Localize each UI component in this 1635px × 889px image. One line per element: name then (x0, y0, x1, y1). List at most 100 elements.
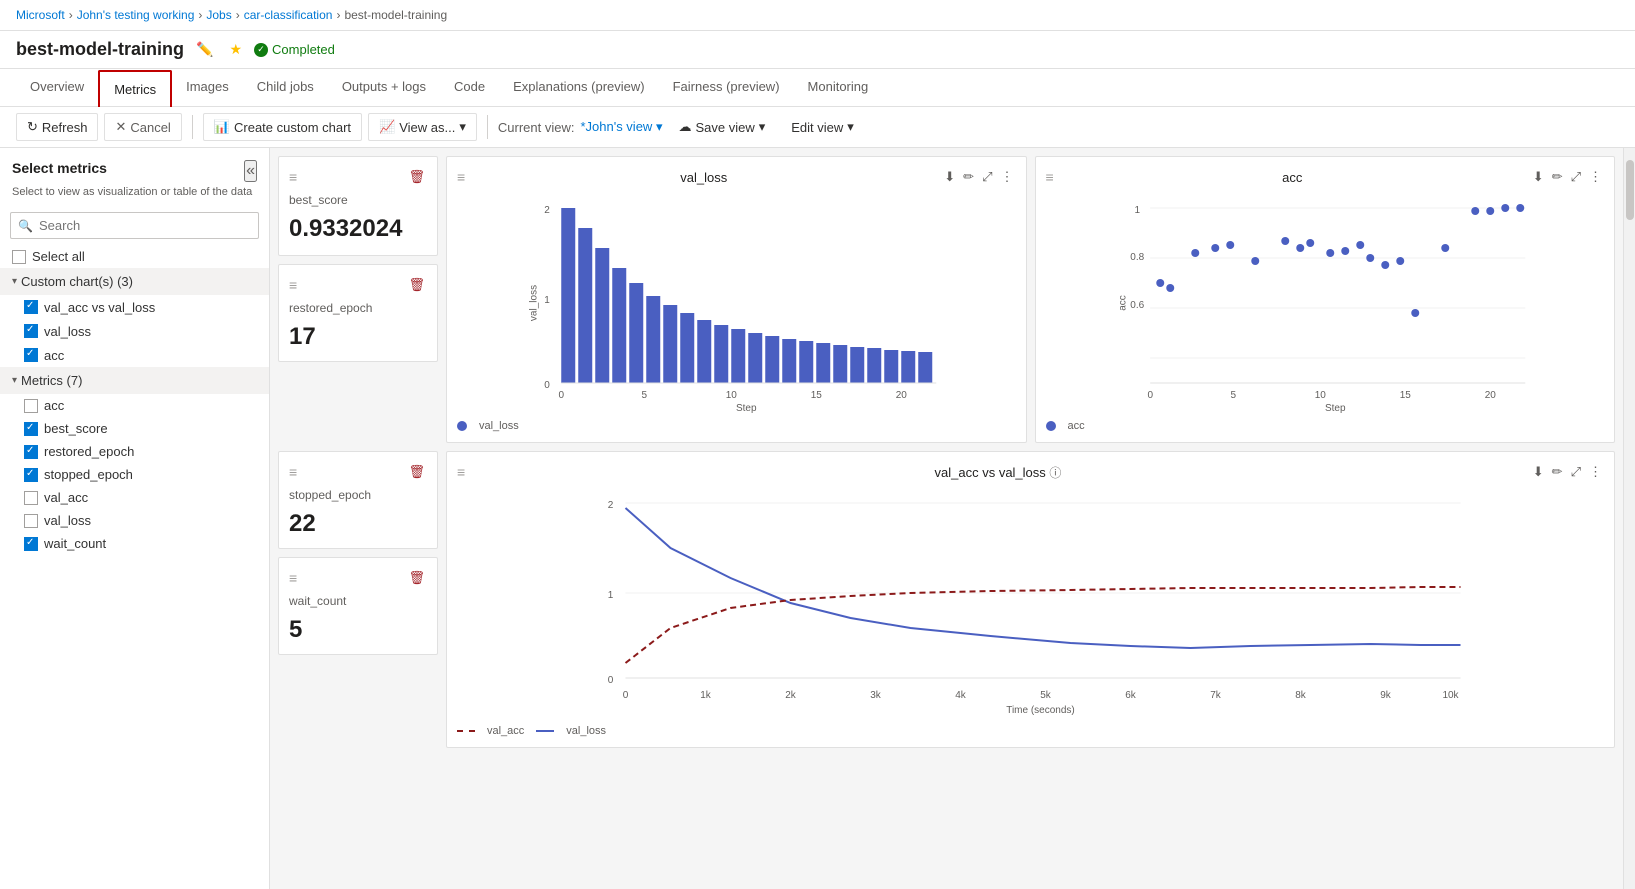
drag-handle[interactable]: ≡ (457, 464, 465, 480)
card-val-loss: ≡ val_loss ⬇ ✏ ⤢ ⋮ 2 1 0 val_lo (446, 156, 1027, 443)
expand-button[interactable]: ⤢ (1569, 167, 1583, 187)
card-wait-count: ≡ 🗑 wait_count 5 (278, 557, 438, 655)
card-header: ≡ 🗑 (289, 568, 427, 588)
tab-explanations[interactable]: Explanations (preview) (499, 69, 659, 106)
edit-chart-button[interactable]: ✏ (961, 167, 976, 187)
charts-row-2: ≡ 🗑 stopped_epoch 22 ≡ 🗑 (278, 451, 1615, 748)
edit-view-button[interactable]: Edit view ▾ (781, 114, 864, 140)
chart-title: acc (1282, 170, 1302, 185)
help-icon[interactable]: ⓘ (1049, 466, 1061, 480)
current-view-value[interactable]: *John's view ▾ (580, 119, 662, 135)
tab-fairness[interactable]: Fairness (preview) (659, 69, 794, 106)
edit-chart-button[interactable]: ✏ (1550, 167, 1565, 187)
breadcrumb-testing[interactable]: John's testing working (77, 8, 195, 22)
drag-handle[interactable]: ≡ (457, 169, 465, 185)
edit-chart-button[interactable]: ✏ (1550, 462, 1565, 482)
section-metrics[interactable]: ▾ Metrics (7) (0, 367, 269, 394)
breadcrumb-current: best-model-training (344, 8, 447, 22)
metric-val-acc: val_acc (0, 486, 269, 509)
create-chart-button[interactable]: 📊 Create custom chart (203, 113, 362, 141)
card-actions: 🗑 (406, 568, 427, 588)
metric-checkbox[interactable] (24, 324, 38, 338)
card-stopped-epoch: ≡ 🗑 stopped_epoch 22 (278, 451, 438, 549)
drag-handle[interactable]: ≡ (289, 570, 297, 586)
breadcrumb-car[interactable]: car-classification (244, 8, 333, 22)
tab-metrics[interactable]: Metrics (98, 70, 172, 107)
drag-handle[interactable]: ≡ (1046, 169, 1054, 185)
scrollbar[interactable] (1623, 148, 1635, 889)
tab-overview[interactable]: Overview (16, 69, 98, 106)
expand-button[interactable]: ⤢ (1569, 462, 1583, 482)
metric-checkbox[interactable] (24, 514, 38, 528)
tab-code[interactable]: Code (440, 69, 499, 106)
sidebar-collapse-button[interactable]: « (244, 160, 257, 182)
delete-button[interactable]: 🗑 (406, 568, 427, 588)
svg-text:15: 15 (1399, 390, 1411, 401)
small-cards-column: ≡ 🗑 best_score 0.9332024 ≡ 🗑 (278, 156, 438, 443)
metric-label: val_acc vs val_loss (44, 300, 236, 315)
drag-handle[interactable]: ≡ (289, 277, 297, 293)
small-cards-column-2: ≡ 🗑 stopped_epoch 22 ≡ 🗑 (278, 451, 438, 748)
metric-checkbox[interactable] (24, 537, 38, 551)
card-restored-epoch: ≡ 🗑 restored_epoch 17 (278, 264, 438, 362)
metric-label: acc (44, 348, 236, 363)
section-custom-charts[interactable]: ▾ Custom chart(s) (3) (0, 268, 269, 295)
cancel-button[interactable]: ✕ Cancel (104, 113, 181, 141)
download-button[interactable]: ⬇ (1531, 462, 1546, 482)
svg-text:Time (seconds): Time (seconds) (1006, 705, 1075, 716)
svg-text:6k: 6k (1125, 690, 1137, 701)
scrollbar-thumb[interactable] (1626, 160, 1634, 220)
view-as-button[interactable]: 📈 View as... ▾ (368, 113, 477, 141)
metric-checkbox[interactable] (24, 422, 38, 436)
delete-button[interactable]: 🗑 (406, 462, 427, 482)
svg-text:Step: Step (736, 403, 757, 414)
metric-label: val_loss (44, 324, 236, 339)
page-header: best-model-training ✏️ ★ Completed (0, 31, 1635, 69)
metric-val-loss-custom: val_loss ••• (0, 319, 269, 343)
metric-checkbox[interactable] (24, 348, 38, 362)
breadcrumb-jobs[interactable]: Jobs (206, 8, 231, 22)
refresh-button[interactable]: ↻ Refresh (16, 113, 98, 141)
more-button[interactable]: ⋮ (1587, 167, 1604, 187)
save-view-button[interactable]: ☁ Save view ▾ (668, 114, 775, 140)
edit-icon[interactable]: ✏️ (192, 39, 217, 60)
star-icon[interactable]: ★ (225, 39, 246, 60)
download-button[interactable]: ⬇ (942, 167, 957, 187)
metric-checkbox[interactable] (24, 399, 38, 413)
more-button[interactable]: ⋮ (1587, 462, 1604, 482)
metric-checkbox[interactable] (24, 468, 38, 482)
card-best-score: ≡ 🗑 best_score 0.9332024 (278, 156, 438, 256)
acc-chart: 1 0.8 0.6 acc (1046, 193, 1605, 413)
expand-button[interactable]: ⤢ (980, 167, 994, 187)
tab-images[interactable]: Images (172, 69, 243, 106)
metric-checkbox[interactable] (24, 491, 38, 505)
chart-icon: 📊 (214, 119, 230, 135)
svg-text:3k: 3k (870, 690, 882, 701)
refresh-icon: ↻ (27, 119, 38, 135)
metric-checkbox[interactable] (24, 300, 38, 314)
select-all-label[interactable]: Select all (32, 249, 85, 264)
drag-handle[interactable]: ≡ (289, 169, 297, 185)
search-input[interactable] (10, 212, 259, 239)
metric-best-score: best_score (0, 417, 269, 440)
metric-checkbox[interactable] (24, 445, 38, 459)
svg-text:7k: 7k (1210, 690, 1222, 701)
svg-text:acc: acc (1117, 295, 1128, 311)
tab-child-jobs[interactable]: Child jobs (243, 69, 328, 106)
drag-handle[interactable]: ≡ (289, 464, 297, 480)
download-button[interactable]: ⬇ (1531, 167, 1546, 187)
card-header: ≡ 🗑 (289, 167, 427, 187)
svg-text:2: 2 (544, 205, 550, 216)
search-box: 🔍 (10, 212, 259, 239)
delete-button[interactable]: 🗑 (406, 167, 427, 187)
chart-legend: val_acc val_loss (457, 725, 1604, 737)
card-actions: 🗑 (406, 275, 427, 295)
breadcrumb-microsoft[interactable]: Microsoft (16, 8, 65, 22)
tab-monitoring[interactable]: Monitoring (794, 69, 883, 106)
select-all-checkbox[interactable] (12, 250, 26, 264)
card-acc: ≡ acc ⬇ ✏ ⤢ ⋮ 1 0.8 0.6 acc (1035, 156, 1616, 443)
delete-button[interactable]: 🗑 (406, 275, 427, 295)
tab-outputs-logs[interactable]: Outputs + logs (328, 69, 440, 106)
more-button[interactable]: ⋮ (998, 167, 1015, 187)
card-actions: 🗑 (406, 462, 427, 482)
